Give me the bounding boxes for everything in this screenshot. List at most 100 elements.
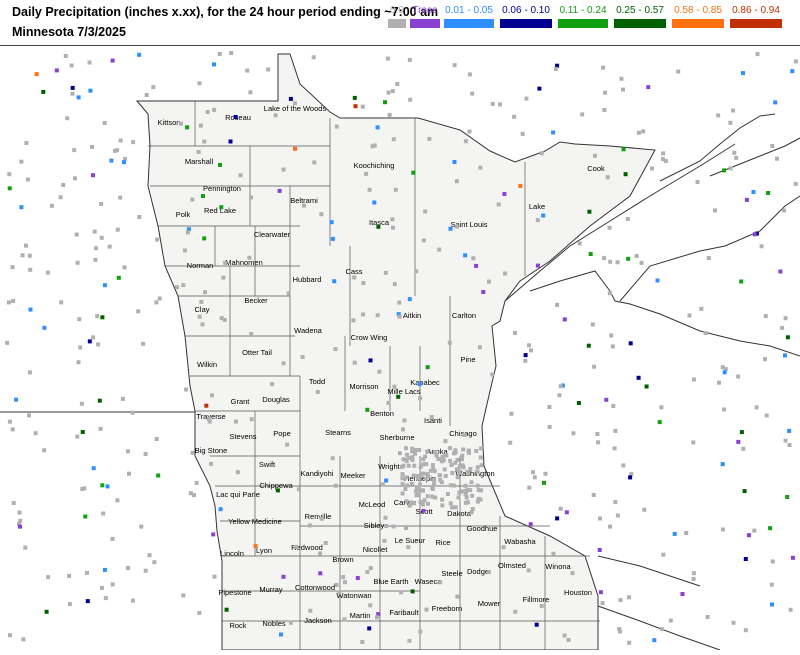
station-marker xyxy=(390,89,395,94)
station-marker xyxy=(219,205,224,210)
station-marker xyxy=(414,493,419,498)
station-marker xyxy=(429,415,434,420)
station-marker xyxy=(636,375,641,380)
station-marker xyxy=(368,603,373,608)
station-marker xyxy=(469,510,474,515)
county-label: Clearwater xyxy=(254,230,291,239)
county-label: Swift xyxy=(259,460,276,469)
station-marker xyxy=(102,567,107,572)
station-marker xyxy=(541,213,546,218)
station-marker xyxy=(430,486,435,491)
county-label: Kanabec xyxy=(410,378,440,387)
county-label: Hubbard xyxy=(293,275,322,284)
station-marker xyxy=(80,430,85,434)
station-marker xyxy=(27,253,32,258)
station-marker xyxy=(438,478,443,483)
station-marker xyxy=(100,483,105,488)
station-marker xyxy=(413,489,418,494)
station-marker xyxy=(457,490,462,495)
station-marker xyxy=(470,493,475,498)
station-marker xyxy=(454,179,459,184)
county-label: Aitkin xyxy=(403,311,421,320)
station-marker xyxy=(343,580,347,585)
station-marker xyxy=(741,71,745,76)
county-label: Steele xyxy=(441,569,462,578)
station-marker xyxy=(619,76,624,81)
station-marker xyxy=(615,513,620,518)
station-marker xyxy=(699,306,704,311)
station-marker xyxy=(185,230,190,235)
station-marker xyxy=(194,480,199,485)
station-marker xyxy=(502,192,507,196)
station-marker xyxy=(595,432,600,436)
station-marker xyxy=(5,340,10,345)
station-marker xyxy=(529,348,533,353)
station-marker xyxy=(509,411,514,416)
station-marker xyxy=(33,431,38,436)
station-marker xyxy=(77,317,82,322)
county-label: Stearns xyxy=(325,428,351,437)
station-marker xyxy=(508,440,513,445)
station-marker xyxy=(604,397,609,402)
county-label: Wilkin xyxy=(197,360,217,369)
station-marker xyxy=(523,358,528,363)
station-marker xyxy=(196,150,201,154)
station-marker xyxy=(739,430,744,435)
station-marker xyxy=(591,493,596,497)
station-marker xyxy=(732,150,737,155)
station-marker xyxy=(593,153,597,158)
station-marker xyxy=(539,151,544,156)
station-marker xyxy=(92,229,97,234)
station-marker xyxy=(418,482,422,487)
county-label: Dodge xyxy=(467,567,489,576)
county-label: Kittson xyxy=(158,118,181,127)
station-marker xyxy=(555,516,560,521)
county-label: Mille Lacs xyxy=(387,387,421,396)
station-marker xyxy=(466,448,471,453)
station-marker xyxy=(523,353,528,358)
county-label: Morrison xyxy=(349,382,378,391)
station-marker xyxy=(543,471,548,476)
station-marker xyxy=(692,377,696,382)
map-title: Daily Precipitation (inches x.xx), for t… xyxy=(12,5,439,19)
station-marker xyxy=(127,471,131,476)
station-marker xyxy=(467,72,472,77)
station-marker xyxy=(770,602,774,607)
station-marker xyxy=(417,382,422,387)
station-marker xyxy=(453,460,458,465)
station-marker xyxy=(528,522,533,527)
station-marker xyxy=(98,426,103,431)
station-marker xyxy=(248,90,253,95)
station-marker xyxy=(598,590,603,595)
station-marker xyxy=(18,524,22,529)
station-marker xyxy=(746,533,751,538)
station-marker xyxy=(731,108,735,113)
station-marker xyxy=(361,312,366,317)
county-label: Lac qui Parle xyxy=(216,490,260,499)
station-marker xyxy=(486,570,491,575)
station-marker xyxy=(547,405,552,409)
station-marker xyxy=(330,236,335,241)
station-marker xyxy=(652,638,657,643)
legend-label: 0.58 - 0.85 xyxy=(674,5,722,16)
station-marker xyxy=(399,590,404,595)
station-marker xyxy=(610,344,615,349)
county-label: Lincoln xyxy=(220,549,244,558)
station-marker xyxy=(249,195,253,200)
station-marker xyxy=(424,607,429,612)
station-marker xyxy=(754,405,759,410)
station-marker xyxy=(580,112,585,117)
station-marker xyxy=(70,85,75,90)
station-marker xyxy=(312,160,317,165)
station-marker xyxy=(137,52,142,57)
county-label: Becker xyxy=(244,296,268,305)
station-marker xyxy=(687,313,692,318)
station-marker xyxy=(481,290,486,294)
station-marker xyxy=(294,544,299,549)
station-marker xyxy=(691,571,696,576)
station-marker xyxy=(217,52,222,56)
station-marker xyxy=(422,498,427,503)
station-marker xyxy=(42,448,47,453)
station-marker xyxy=(663,159,668,163)
station-marker xyxy=(534,622,539,627)
